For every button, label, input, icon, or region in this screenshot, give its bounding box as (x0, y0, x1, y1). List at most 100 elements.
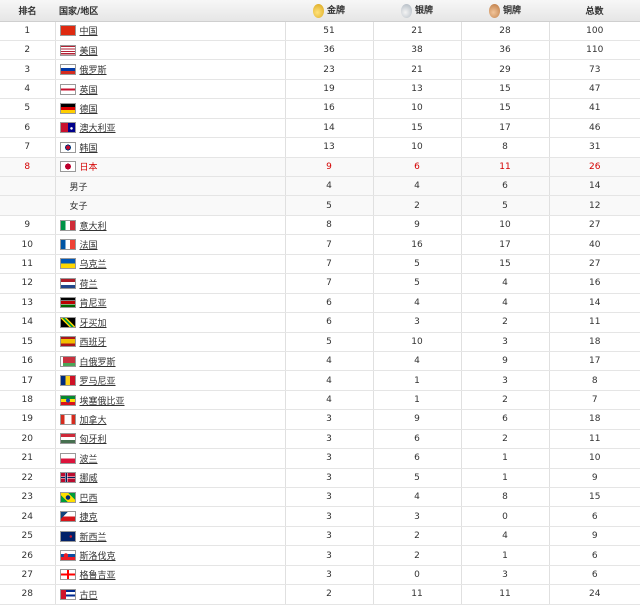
bronze-count-cell: 29 (461, 59, 550, 80)
table-row: 22 挪威 3 5 1 9 (0, 468, 640, 489)
gold-count-cell: 14 (285, 118, 374, 139)
total-count-cell: 6 (549, 565, 640, 586)
country-link[interactable]: 巴西 (80, 494, 98, 504)
bronze-count-cell: 17 (461, 118, 550, 139)
country-link[interactable]: 白俄罗斯 (80, 358, 116, 368)
country-link[interactable]: 美国 (80, 47, 98, 57)
table-row: 1 中国 51 21 28 100 (0, 21, 640, 41)
table-row: 27 格鲁吉亚 3 0 3 6 (0, 565, 640, 586)
bronze-count-cell: 3 (461, 370, 550, 391)
country-link[interactable]: 挪威 (80, 474, 98, 484)
header-gold[interactable]: 金牌 (285, 0, 373, 22)
rank-cell: 16 (0, 351, 56, 372)
silver-count-cell: 6 (373, 448, 462, 469)
gold-medal-icon (312, 3, 324, 18)
country-cell: 匈牙利 (55, 429, 286, 450)
total-count-cell: 24 (549, 584, 640, 605)
bronze-count-cell: 36 (461, 40, 550, 61)
country-cell: 日本 (55, 157, 286, 178)
country-link[interactable]: 罗马尼亚 (80, 377, 116, 387)
rank-cell: 23 (0, 487, 56, 508)
bronze-count-cell: 2 (461, 390, 550, 411)
rank-cell: 19 (0, 409, 56, 430)
country-link[interactable]: 意大利 (80, 222, 107, 232)
country-link[interactable]: 古巴 (80, 591, 98, 601)
cuba-flag-icon (59, 588, 76, 600)
rank-cell: 24 (0, 506, 56, 527)
sub-row: 女子 5 2 5 12 (0, 195, 640, 216)
rank-cell: 12 (0, 273, 56, 294)
header-country[interactable]: 国家/地区 (55, 0, 285, 22)
rank-cell: 3 (0, 59, 56, 80)
silver-count-cell: 11 (373, 584, 462, 605)
country-link[interactable]: 捷克 (80, 513, 98, 523)
header-rank[interactable]: 排名 (0, 0, 55, 22)
gold-count-cell: 13 (285, 137, 374, 158)
country-cell: 女子 (55, 195, 286, 216)
gold-count-cell: 5 (285, 195, 374, 216)
country-link[interactable]: 乌克兰 (80, 260, 107, 270)
silver-count-cell: 15 (373, 118, 462, 139)
header-bronze[interactable]: 铜牌 (461, 0, 549, 22)
country-link[interactable]: 德国 (80, 105, 98, 115)
rank-cell: 27 (0, 565, 56, 586)
country-link[interactable]: 西班牙 (80, 338, 107, 348)
country-cell: 俄罗斯 (55, 59, 286, 80)
silver-count-cell: 1 (373, 390, 462, 411)
country-link[interactable]: 格鲁吉亚 (80, 571, 116, 581)
total-count-cell: 8 (549, 370, 640, 391)
gold-count-cell: 7 (285, 234, 374, 255)
country-cell: 意大利 (55, 215, 286, 236)
norway-flag-icon (59, 472, 76, 484)
country-link[interactable]: 牙买加 (80, 319, 107, 329)
header-silver[interactable]: 银牌 (373, 0, 461, 22)
gold-count-cell: 4 (285, 370, 374, 391)
total-count-cell: 110 (549, 40, 640, 61)
country-link[interactable]: 波兰 (80, 455, 98, 465)
country-link[interactable]: 埃塞俄比亚 (80, 397, 125, 407)
bronze-count-cell: 17 (461, 234, 550, 255)
gold-count-cell: 9 (285, 157, 374, 178)
total-count-cell: 15 (549, 487, 640, 508)
country-link[interactable]: 俄罗斯 (80, 66, 107, 76)
georgia-flag-icon (59, 569, 76, 581)
sub-category-label: 女子 (69, 202, 88, 213)
country-link[interactable]: 法国 (80, 241, 98, 251)
country-link[interactable]: 荷兰 (80, 280, 98, 290)
silver-count-cell: 5 (373, 273, 462, 294)
country-link[interactable]: 英国 (80, 86, 98, 96)
country-link[interactable]: 韩国 (80, 144, 98, 154)
country-link[interactable]: 匈牙利 (80, 435, 107, 445)
country-link[interactable]: 新西兰 (80, 533, 107, 543)
rank-cell: 4 (0, 79, 56, 100)
gold-count-cell: 51 (285, 21, 374, 41)
table-row: 7 韩国 13 10 8 31 (0, 137, 640, 158)
table-row: 11 乌克兰 7 5 15 27 (0, 254, 640, 275)
country-cell: 波兰 (55, 448, 286, 469)
country-link[interactable]: 肯尼亚 (80, 299, 107, 309)
country-link[interactable]: 中国 (80, 27, 98, 37)
country-link[interactable]: 澳大利亚 (80, 124, 116, 134)
country-cell: 斯洛伐克 (55, 545, 286, 566)
gold-count-cell: 4 (285, 176, 374, 197)
silver-count-cell: 5 (373, 254, 462, 275)
gold-count-cell: 3 (285, 429, 374, 450)
rank-cell: 5 (0, 98, 56, 119)
bronze-count-cell: 11 (461, 157, 550, 178)
total-count-cell: 18 (549, 332, 640, 352)
table-row: 18 埃塞俄比亚 4 1 2 7 (0, 390, 640, 411)
silver-count-cell: 2 (373, 545, 462, 566)
silver-count-cell: 3 (373, 312, 462, 333)
rank-cell: 11 (0, 254, 56, 275)
gold-count-cell: 3 (285, 468, 374, 489)
bronze-count-cell: 0 (461, 506, 550, 527)
rank-cell: 17 (0, 370, 56, 391)
country-link[interactable]: 斯洛伐克 (80, 552, 116, 562)
header-total[interactable]: 总数 (549, 0, 640, 22)
country-link[interactable]: 加拿大 (80, 416, 107, 426)
table-row: 9 意大利 8 9 10 27 (0, 215, 640, 236)
country-cell: 乌克兰 (55, 254, 286, 275)
gold-count-cell: 6 (285, 293, 374, 314)
total-count-cell: 40 (549, 234, 640, 255)
country-link[interactable]: 日本 (80, 163, 98, 173)
